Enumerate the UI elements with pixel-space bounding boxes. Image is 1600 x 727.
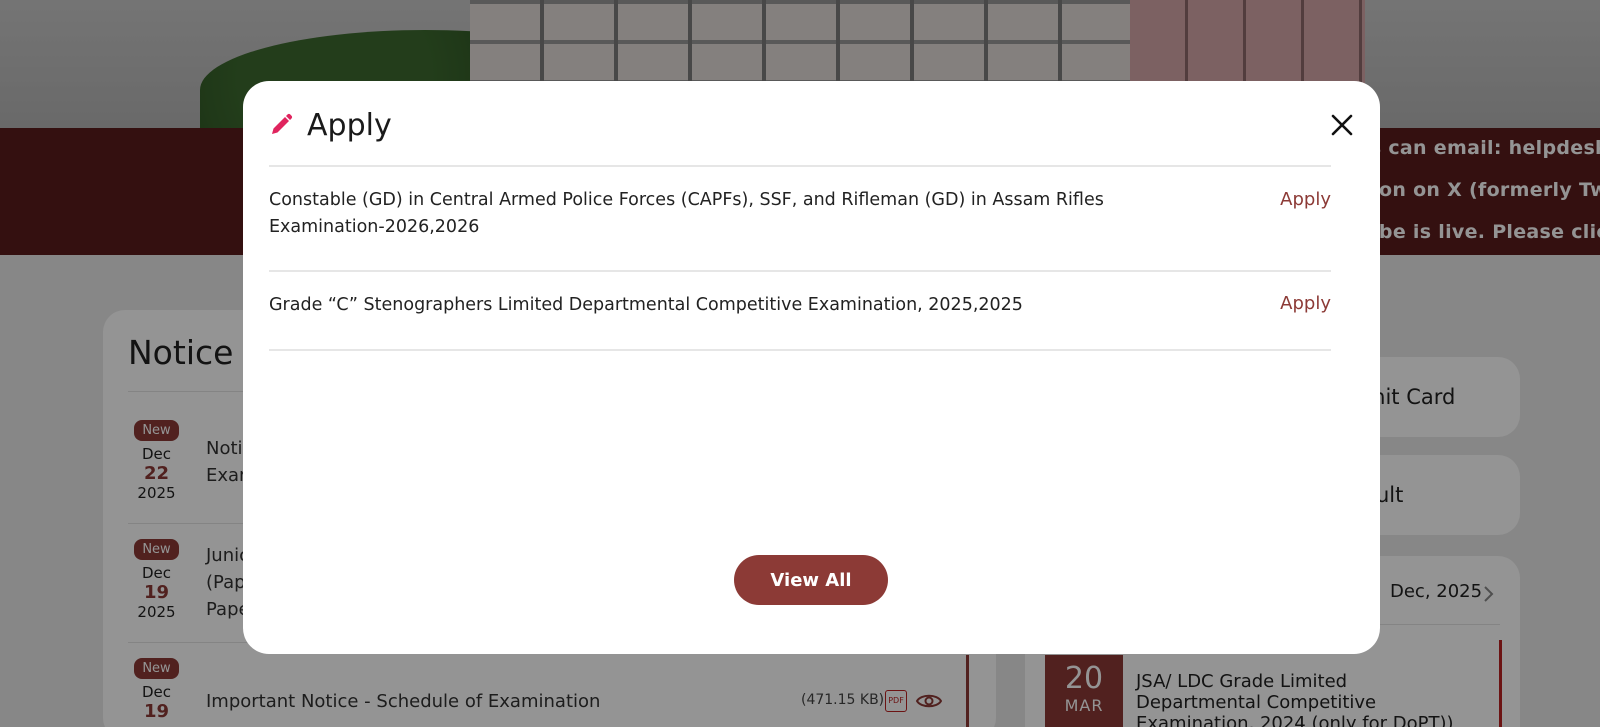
modal-divider (269, 349, 1331, 351)
apply-item: Grade “C” Stenographers Limited Departme… (269, 292, 1331, 322)
apply-modal: Apply Constable (GD) in Central Armed Po… (243, 81, 1380, 654)
apply-item: Constable (GD) in Central Armed Police F… (269, 187, 1331, 247)
apply-link[interactable]: Apply (1280, 293, 1331, 314)
close-icon[interactable] (1330, 113, 1354, 137)
apply-item-title: Grade “C” Stenographers Limited Departme… (269, 295, 1023, 315)
apply-link[interactable]: Apply (1280, 189, 1331, 210)
modal-header: Apply (269, 105, 392, 145)
modal-title: Apply (307, 107, 392, 143)
modal-divider (269, 270, 1331, 272)
pencil-icon (269, 113, 293, 137)
apply-item-title: Constable (GD) in Central Armed Police F… (269, 190, 1104, 237)
view-all-button[interactable]: View All (734, 555, 888, 605)
modal-divider (269, 165, 1331, 167)
